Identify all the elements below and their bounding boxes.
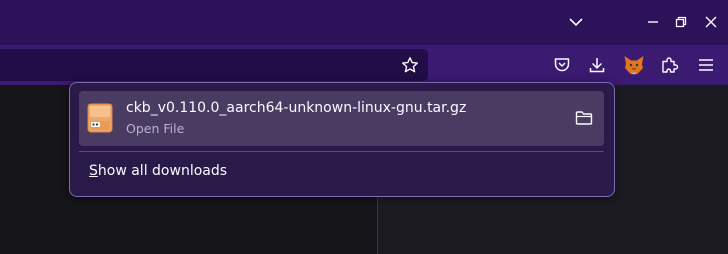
minimize-icon xyxy=(648,21,658,23)
close-window-button[interactable] xyxy=(696,8,726,36)
show-in-folder-button[interactable] xyxy=(570,104,598,132)
chevron-down-icon xyxy=(569,18,583,27)
panel-separator xyxy=(79,151,604,152)
pocket-button[interactable] xyxy=(546,49,578,81)
archive-file-icon xyxy=(87,103,113,137)
minimize-button[interactable] xyxy=(638,8,668,36)
title-bar xyxy=(0,0,728,45)
star-icon xyxy=(402,57,418,73)
fox-extension-button[interactable] xyxy=(618,49,650,81)
folder-icon xyxy=(575,111,593,125)
download-icon xyxy=(589,58,605,73)
close-icon xyxy=(705,16,717,28)
show-all-downloads-label: Show all downloads xyxy=(89,163,228,179)
open-menu-button[interactable] xyxy=(690,49,722,81)
puzzle-icon xyxy=(662,57,679,73)
extensions-button[interactable] xyxy=(654,49,686,81)
download-item[interactable]: ckb_v0.110.0_aarch64-unknown-linux-gnu.t… xyxy=(79,91,604,146)
hamburger-menu-icon xyxy=(699,59,713,71)
download-file-name: ckb_v0.110.0_aarch64-unknown-linux-gnu.t… xyxy=(126,100,467,116)
download-status: Open File xyxy=(126,121,185,136)
downloads-button[interactable] xyxy=(581,49,613,81)
downloads-panel: ckb_v0.110.0_aarch64-unknown-linux-gnu.t… xyxy=(69,82,615,197)
url-bar[interactable] xyxy=(0,49,428,81)
bookmark-star-button[interactable] xyxy=(394,49,426,81)
restore-icon xyxy=(675,16,687,28)
list-all-tabs-button[interactable] xyxy=(561,8,591,36)
show-all-downloads-button[interactable]: Show all downloads xyxy=(79,156,604,188)
restore-button[interactable] xyxy=(666,8,696,36)
pocket-icon xyxy=(554,58,570,72)
fox-extension-icon xyxy=(624,56,644,75)
navigation-toolbar xyxy=(0,45,728,85)
